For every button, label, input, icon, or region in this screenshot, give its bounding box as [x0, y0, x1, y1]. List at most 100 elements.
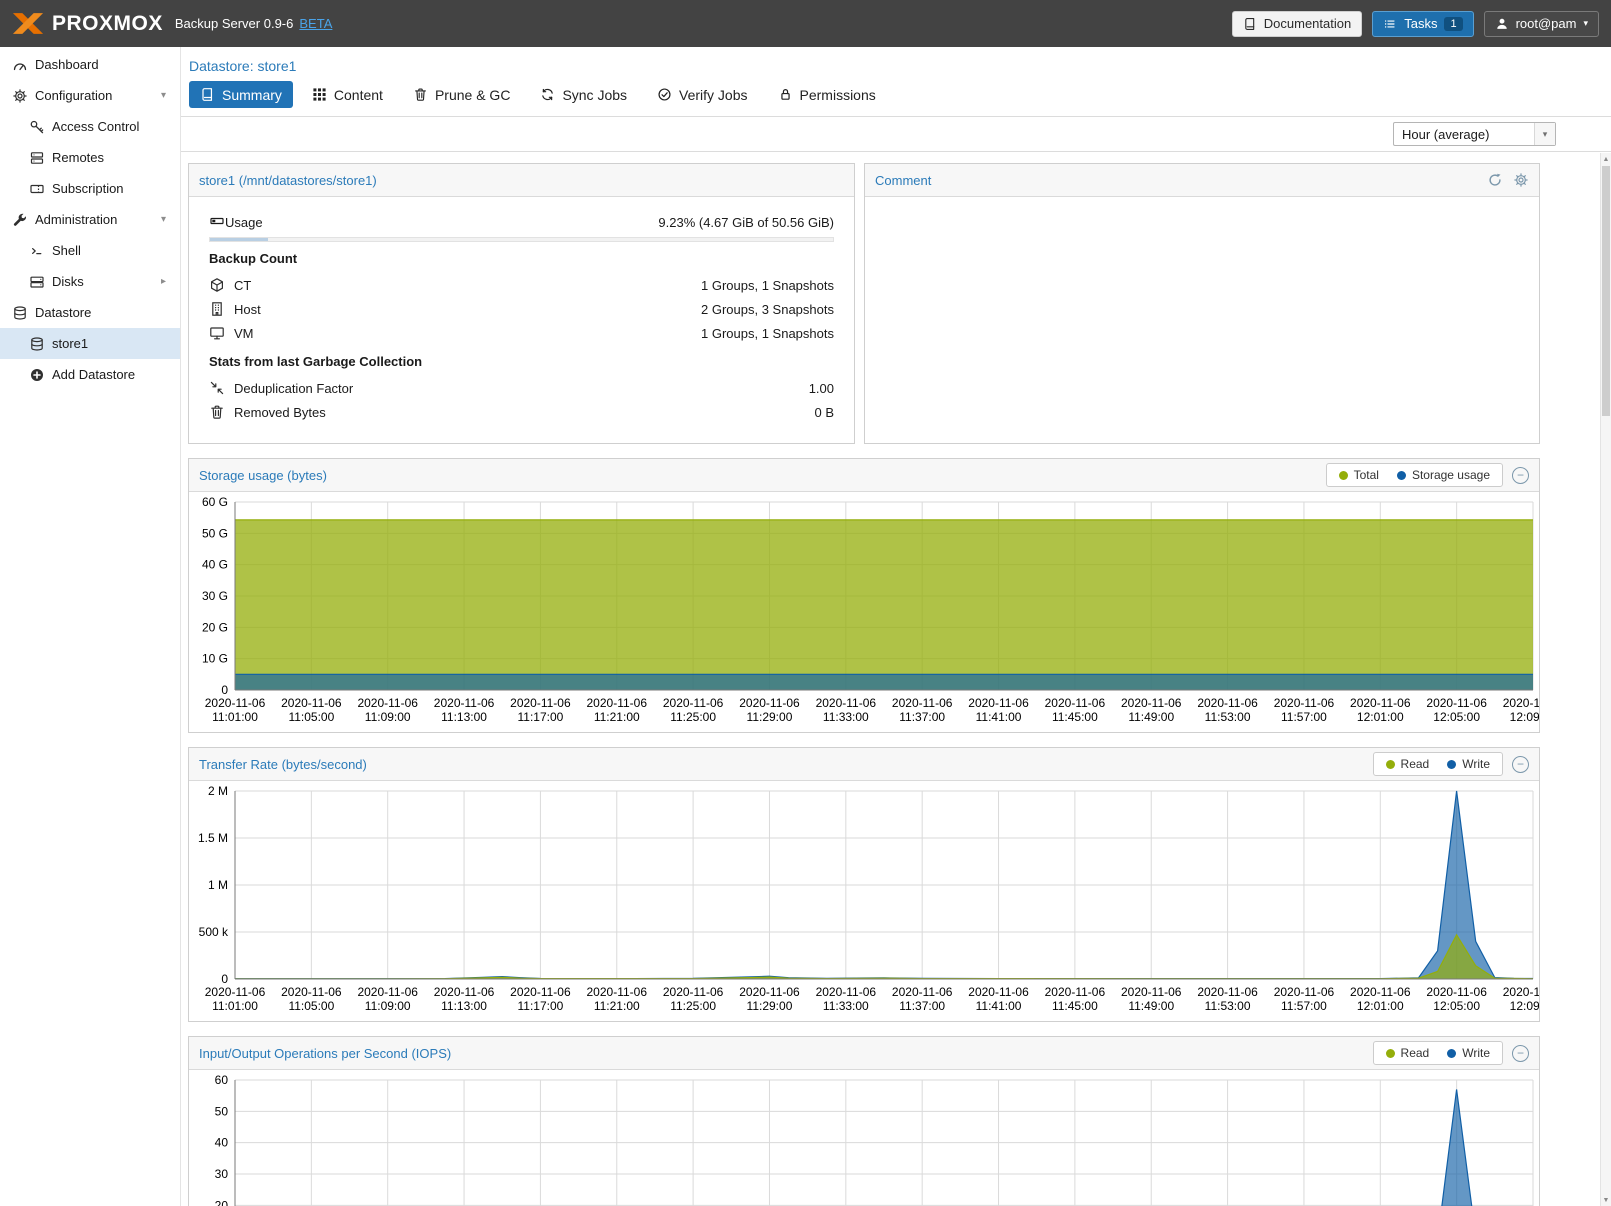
svg-text:2020-11-06: 2020-11-06 [739, 985, 800, 999]
svg-text:2020-11-06: 2020-11-06 [892, 696, 953, 710]
tab-summary[interactable]: Summary [189, 81, 293, 108]
tasks-button[interactable]: Tasks 1 [1372, 11, 1473, 37]
vertical-scrollbar[interactable]: ▲ ▼ [1600, 153, 1611, 1206]
legend-item-read[interactable]: Read [1386, 757, 1430, 771]
tab-permissions[interactable]: Permissions [767, 81, 887, 108]
hard-disk-icon [28, 273, 45, 290]
scrollbar-thumb[interactable] [1602, 166, 1610, 416]
legend-item-storage-usage[interactable]: Storage usage [1397, 468, 1490, 482]
legend-item-write[interactable]: Write [1447, 757, 1490, 771]
svg-text:2020-11-06: 2020-11-06 [1350, 696, 1411, 710]
svg-text:11:41:00: 11:41:00 [976, 710, 1022, 724]
svg-text:11:41:00: 11:41:00 [976, 999, 1022, 1013]
backup-count-heading: Backup Count [209, 251, 834, 266]
beta-link[interactable]: BETA [299, 16, 332, 31]
svg-text:2020-11-06: 2020-11-06 [968, 696, 1029, 710]
app-header: PROXMOX Backup Server 0.9-6 BETA Documen… [0, 0, 1611, 47]
sidebar-item-remotes[interactable]: Remotes [0, 142, 180, 173]
chevron-down-icon[interactable]: ▾ [161, 214, 166, 225]
time-range-select[interactable]: Hour (average) ▾ [1393, 122, 1556, 146]
tab-sync-jobs[interactable]: Sync Jobs [529, 81, 638, 108]
svg-text:50 G: 50 G [202, 526, 228, 540]
legend-item-read[interactable]: Read [1386, 1046, 1430, 1060]
svg-text:11:57:00: 11:57:00 [1281, 710, 1327, 724]
svg-text:40: 40 [215, 1136, 229, 1150]
svg-text:2020-11-06: 2020-11-06 [968, 985, 1029, 999]
svg-text:11:21:00: 11:21:00 [594, 999, 640, 1013]
sidebar-item-subscription[interactable]: Subscription [0, 173, 180, 204]
comment-panel-tools [1487, 172, 1529, 188]
svg-text:2020-11-06: 2020-11-06 [510, 985, 571, 999]
svg-text:20 G: 20 G [202, 620, 228, 634]
sidebar-item-configuration[interactable]: Configuration ▾ [0, 80, 180, 111]
svg-text:11:13:00: 11:13:00 [441, 710, 487, 724]
svg-text:11:33:00: 11:33:00 [823, 710, 869, 724]
scroll-up-icon[interactable]: ▲ [1601, 153, 1611, 165]
svg-text:2020-11-06: 2020-11-06 [587, 696, 648, 710]
chevron-right-icon[interactable]: ▸ [161, 276, 166, 287]
svg-text:30 G: 30 G [202, 589, 228, 603]
svg-text:12:01:00: 12:01:00 [1357, 999, 1404, 1013]
svg-text:11:01:00: 11:01:00 [212, 999, 258, 1013]
building-icon [209, 301, 226, 318]
svg-text:11:17:00: 11:17:00 [517, 710, 563, 724]
tab-bar: Summary Content Prune & GC [181, 76, 1611, 117]
user-menu-button[interactable]: root@pam ▾ [1484, 11, 1599, 37]
monitor-icon [209, 325, 226, 342]
svg-text:2020-11-06: 2020-11-06 [587, 985, 648, 999]
usage-bar-fill [210, 238, 268, 241]
svg-text:12:09:00: 12:09:00 [1510, 710, 1539, 724]
svg-text:11:37:00: 11:37:00 [899, 999, 945, 1013]
legend-dot-icon [1447, 760, 1456, 769]
sidebar-item-disks[interactable]: Disks ▸ [0, 266, 180, 297]
storage-usage-chart: 010 G20 G30 G40 G50 G60 G2020-11-0611:01… [189, 492, 1539, 726]
legend-dot-icon [1447, 1049, 1456, 1058]
sidebar-item-access-control[interactable]: Access Control [0, 111, 180, 142]
chart-title: Storage usage (bytes) [199, 468, 327, 483]
svg-text:20: 20 [215, 1198, 229, 1206]
check-circle-icon [657, 87, 672, 102]
svg-text:11:21:00: 11:21:00 [594, 710, 640, 724]
svg-text:10 G: 10 G [202, 652, 228, 666]
book-icon [200, 87, 215, 102]
svg-text:11:49:00: 11:49:00 [1128, 999, 1174, 1013]
iops-chart: 01020304050602020-11-0611:01:002020-11-0… [189, 1070, 1539, 1206]
legend-dot-icon [1397, 471, 1406, 480]
database-icon [11, 304, 28, 321]
svg-text:2020-11-06: 2020-11-06 [357, 696, 418, 710]
tab-prune-gc[interactable]: Prune & GC [402, 81, 521, 108]
tab-content[interactable]: Content [301, 81, 394, 108]
legend-item-write[interactable]: Write [1447, 1046, 1490, 1060]
collapse-icon[interactable]: − [1512, 467, 1529, 484]
collapse-icon[interactable]: − [1512, 1045, 1529, 1062]
svg-text:2020-11-06: 2020-11-06 [1121, 696, 1182, 710]
sidebar-item-add-datastore[interactable]: Add Datastore [0, 359, 180, 390]
panel-title: Comment [875, 173, 931, 188]
backup-count-row-ct: CT 1 Groups, 1 Snapshots [209, 273, 834, 297]
compress-icon [209, 380, 226, 397]
cube-icon [209, 277, 226, 294]
summary-content: store1 (/mnt/datastores/store1) Usage 9.… [181, 152, 1611, 1206]
svg-text:0: 0 [221, 972, 228, 986]
gear-icon[interactable] [1513, 172, 1529, 188]
legend-item-total[interactable]: Total [1339, 468, 1379, 482]
collapse-icon[interactable]: − [1512, 756, 1529, 773]
sidebar-item-dashboard[interactable]: Dashboard [0, 49, 180, 80]
sidebar-item-store1[interactable]: store1 [0, 328, 180, 359]
scroll-down-icon[interactable]: ▼ [1601, 1194, 1611, 1206]
chevron-down-icon[interactable]: ▾ [161, 90, 166, 101]
chart-title: Input/Output Operations per Second (IOPS… [199, 1046, 451, 1061]
chevron-down-icon: ▾ [1583, 18, 1588, 29]
usage-value: 9.23% (4.67 GiB of 50.56 GiB) [658, 215, 834, 230]
sidebar-item-administration[interactable]: Administration ▾ [0, 204, 180, 235]
svg-text:2020-11-06: 2020-11-06 [892, 985, 953, 999]
sidebar-item-datastore[interactable]: Datastore [0, 297, 180, 328]
svg-text:2020-11-06: 2020-11-06 [1426, 696, 1487, 710]
comment-body[interactable] [865, 197, 1539, 229]
sidebar-item-shell[interactable]: Shell [0, 235, 180, 266]
svg-text:11:25:00: 11:25:00 [670, 999, 716, 1013]
key-icon [28, 118, 45, 135]
tab-verify-jobs[interactable]: Verify Jobs [646, 81, 758, 108]
refresh-icon[interactable] [1487, 172, 1503, 188]
documentation-button[interactable]: Documentation [1232, 11, 1362, 37]
